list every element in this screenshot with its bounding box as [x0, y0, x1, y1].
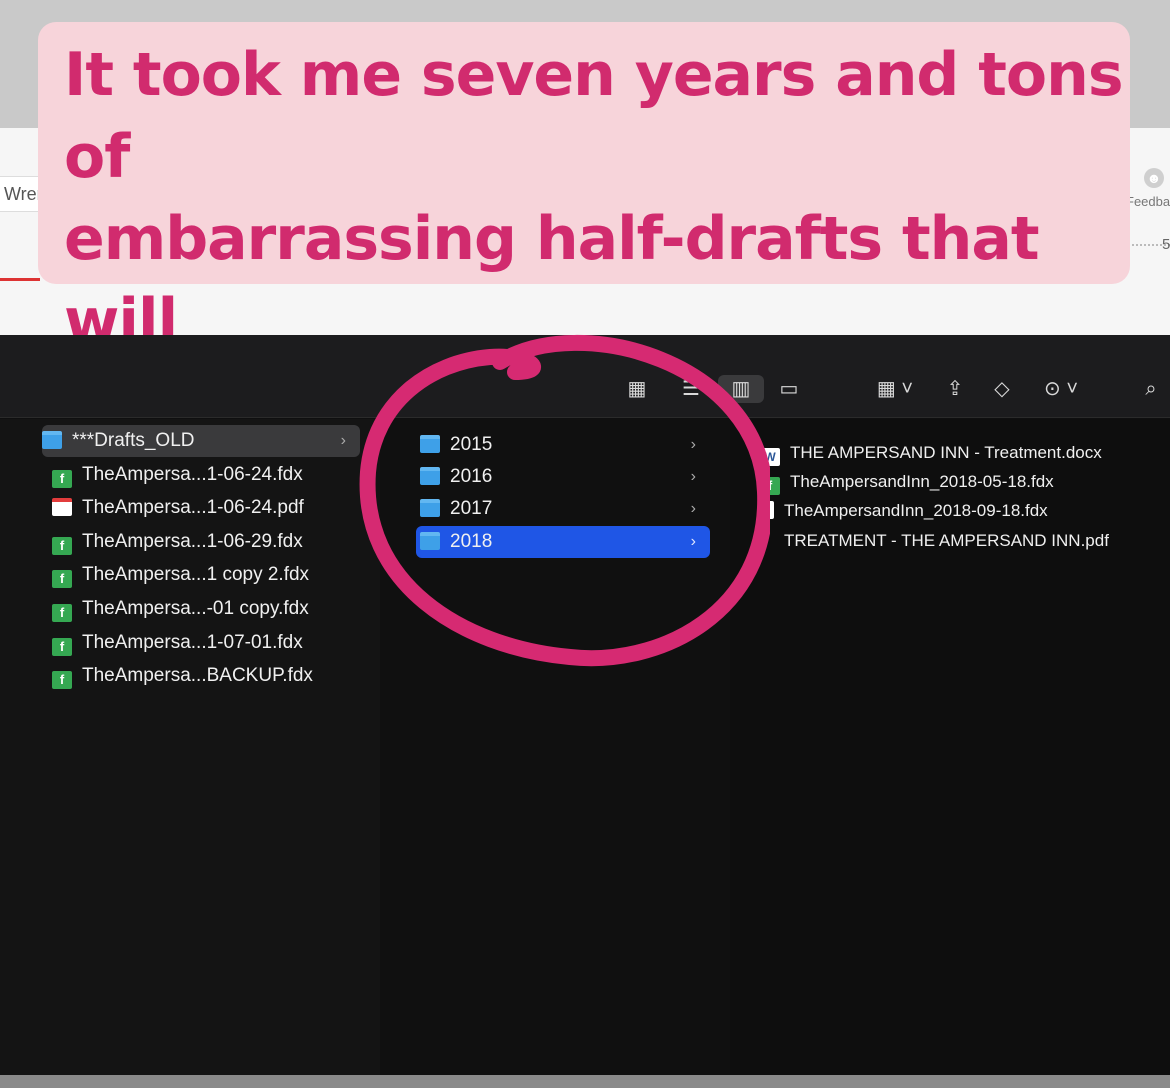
list-item[interactable]: TheAmpersandInn_2018-09-18.fdx [760, 495, 1160, 527]
list-item[interactable]: TheAmpersa...1-06-24.pdf [52, 492, 362, 524]
share-icon[interactable]: ⇪ [942, 375, 968, 403]
list-item[interactable]: f TheAmpersa...1-06-29.fdx [52, 526, 362, 558]
finder-column-1: ***Drafts_OLD › f TheAmpersa...1-06-24.fdx… [0, 419, 381, 1075]
fdx-icon: f [52, 604, 72, 622]
list-item[interactable]: f TheAmpersa...BACKUP.fdx [52, 660, 362, 692]
item-name: TheAmpersa...1-07-01.fdx [82, 632, 303, 653]
folder-2016[interactable]: 2016 › [420, 461, 710, 493]
item-name: TheAmpersa...BACKUP.fdx [82, 665, 313, 686]
folder-2018[interactable]: 2018 › [416, 526, 710, 558]
item-name: TREATMENT - THE AMPERSAND INN.pdf [784, 531, 1109, 550]
item-name: 2015 [450, 434, 493, 455]
pdf-icon [760, 531, 774, 549]
chevron-right-icon: › [690, 500, 696, 517]
search-icon[interactable]: ⌕ [1138, 375, 1164, 403]
folder-drafts-old[interactable]: ***Drafts_OLD › [42, 425, 360, 457]
group-icon[interactable]: ▦ ˅ [872, 375, 918, 403]
list-view-icon[interactable]: ☰ [676, 375, 706, 403]
feedback-icon[interactable]: ☻ [1144, 168, 1164, 188]
item-name: THE AMPERSAND INN - Treatment.docx [790, 443, 1102, 462]
folder-icon [420, 467, 440, 485]
folder-icon [420, 435, 440, 453]
column-view-icon[interactable]: ▥ [718, 375, 764, 403]
item-name: ***Drafts_OLD [72, 430, 195, 451]
finder-column-2: 2015 › 2016 › 2017 › 2018 › [380, 419, 731, 1075]
item-name: 2018 [450, 531, 493, 552]
item-name: TheAmpersa...1-06-24.fdx [82, 464, 303, 485]
folder-icon [420, 499, 440, 517]
folder-icon [420, 532, 440, 550]
item-name: TheAmpersa...1-06-24.pdf [82, 497, 304, 518]
finder-column-3: W THE AMPERSAND INN - Treatment.docx f The… [730, 419, 1170, 1075]
ribbon-accent [0, 278, 40, 281]
gallery-view-icon[interactable]: ▭ [774, 375, 804, 403]
item-name: TheAmpersa...-01 copy.fdx [82, 598, 309, 619]
item-name: TheAmpersa...1 copy 2.fdx [82, 564, 310, 585]
docx-icon: W [760, 448, 780, 466]
chevron-right-icon: › [340, 432, 346, 449]
chevron-right-icon: › [690, 533, 696, 550]
item-name: 2017 [450, 498, 493, 519]
list-item[interactable]: f TheAmpersa...-01 copy.fdx [52, 593, 362, 625]
folder-icon [42, 431, 62, 449]
finder-window: ▦ ☰ ▥ ▭ ▦ ˅ ⇪ ◇ ⊙ ˅ ⌕ ***Drafts_OLD › f Th… [0, 335, 1170, 1075]
fdx-icon: f [52, 570, 72, 588]
icon-view-icon[interactable]: ▦ [624, 375, 650, 403]
screen-bezel [0, 1075, 1170, 1088]
pdf-icon [52, 498, 72, 516]
finder-toolbar: ▦ ☰ ▥ ▭ ▦ ˅ ⇪ ◇ ⊙ ˅ ⌕ [0, 335, 1170, 418]
folder-2015[interactable]: 2015 › [420, 429, 710, 461]
item-name: TheAmpersandInn_2018-09-18.fdx [784, 501, 1048, 520]
folder-2017[interactable]: 2017 › [420, 493, 710, 525]
fdx-icon: f [52, 537, 72, 555]
fdx-icon: f [52, 470, 72, 488]
list-item[interactable]: f TheAmpersa...1-07-01.fdx [52, 627, 362, 659]
list-item[interactable]: f TheAmpersandInn_2018-05-18.fdx [760, 466, 1160, 498]
fdx-icon: f [52, 671, 72, 689]
list-item[interactable]: TREATMENT - THE AMPERSAND INN.pdf [760, 525, 1160, 557]
fdx-icon: f [760, 477, 780, 495]
list-item[interactable]: W THE AMPERSAND INN - Treatment.docx [760, 437, 1160, 469]
tag-icon[interactable]: ◇ [988, 375, 1016, 403]
fdx-icon: f [52, 638, 72, 656]
document-icon [760, 501, 774, 519]
chevron-right-icon: › [690, 468, 696, 485]
item-name: TheAmpersandInn_2018-05-18.fdx [790, 472, 1054, 491]
list-item[interactable]: f TheAmpersa...1 copy 2.fdx [52, 559, 362, 591]
ruler-label: 5 [1162, 236, 1170, 253]
item-name: TheAmpersa...1-06-29.fdx [82, 531, 303, 552]
chevron-right-icon: › [690, 436, 696, 453]
more-icon[interactable]: ⊙ ˅ [1038, 375, 1084, 403]
list-item[interactable]: f TheAmpersa...1-06-24.fdx [52, 459, 362, 491]
item-name: 2016 [450, 466, 493, 487]
